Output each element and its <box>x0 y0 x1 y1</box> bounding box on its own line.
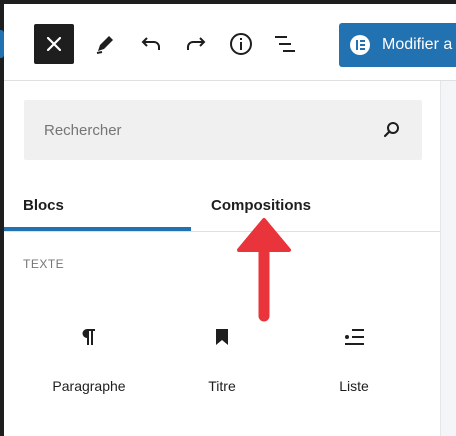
tab-compositions[interactable]: Compositions <box>211 181 311 229</box>
block-label: Titre <box>208 378 236 394</box>
category-title: TEXTE <box>23 257 65 271</box>
tab-blocs[interactable]: Blocs <box>4 181 191 231</box>
undo-button[interactable] <box>131 24 171 64</box>
block-item-list[interactable]: Liste <box>294 311 414 401</box>
details-button[interactable] <box>221 24 261 64</box>
paragraph-icon <box>82 329 95 345</box>
list-icon <box>345 329 364 345</box>
block-inserter-panel: Blocs Compositions TEXTE Paragraphe Titr… <box>4 81 440 436</box>
pencil-icon <box>96 36 113 54</box>
edit-with-elementor-label: Modifier a <box>382 36 453 53</box>
editor-toolbar: Modifier a <box>4 4 456 81</box>
inserter-tabs: Blocs Compositions <box>4 181 440 232</box>
search-input[interactable] <box>24 100 384 160</box>
redo-button[interactable] <box>176 24 216 64</box>
search-box <box>24 100 422 160</box>
block-item-paragraph[interactable]: Paragraphe <box>29 311 149 401</box>
close-inserter-button[interactable] <box>34 24 74 64</box>
list-view-icon <box>275 36 295 52</box>
elementor-icon <box>350 35 370 55</box>
search-icon <box>383 122 399 138</box>
editor-canvas-edge <box>440 81 456 436</box>
edit-with-elementor-button[interactable]: Modifier a <box>339 23 456 67</box>
undo-icon <box>141 37 160 50</box>
bookmark-heading-icon <box>216 329 228 345</box>
block-item-heading[interactable]: Titre <box>162 311 282 401</box>
block-label: Liste <box>339 378 369 394</box>
close-icon <box>47 37 61 51</box>
block-label: Paragraphe <box>52 378 126 394</box>
redo-icon <box>187 37 206 50</box>
list-view-button[interactable] <box>266 24 306 64</box>
info-icon <box>230 33 252 55</box>
tools-edit-button[interactable] <box>85 24 125 64</box>
